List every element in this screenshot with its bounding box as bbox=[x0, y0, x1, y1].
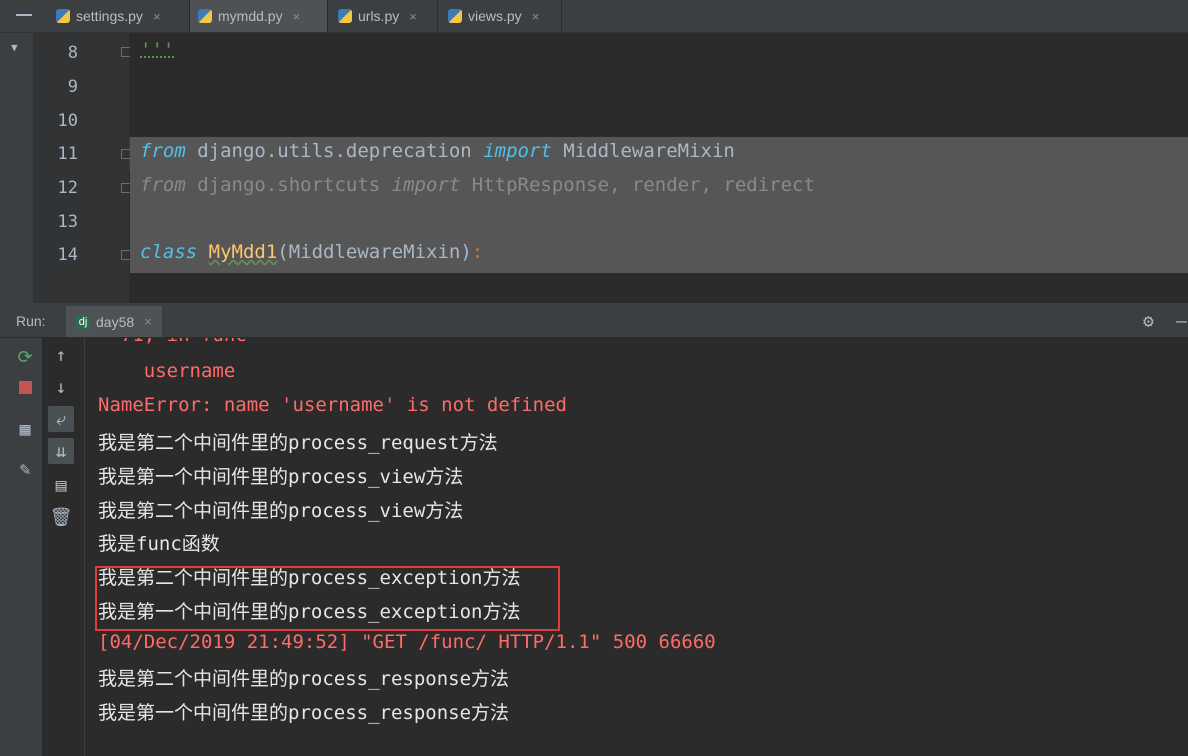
console-line: username bbox=[98, 360, 236, 382]
console-line: [04/Dec/2019 21:49:52] "GET /func/ HTTP/… bbox=[98, 631, 716, 653]
scroll-to-end-icon[interactable]: ⇊ bbox=[48, 438, 74, 464]
console-line: 我是第二个中间件里的process_request方法 bbox=[98, 432, 498, 454]
line-number: 11 bbox=[57, 144, 78, 164]
console-line: 71, in func bbox=[98, 338, 247, 346]
tab-views-py[interactable]: views.py × bbox=[440, 0, 562, 32]
line-number: 14 bbox=[57, 245, 78, 265]
editor-tab-bar: settings.py × mymdd.py × urls.py × views… bbox=[0, 0, 1188, 33]
django-icon: dj bbox=[76, 314, 90, 329]
python-file-icon bbox=[56, 9, 70, 23]
run-tab-day58[interactable]: dj day58 × bbox=[66, 306, 162, 337]
close-tab-icon[interactable]: × bbox=[293, 9, 301, 24]
console-line: 我是第二个中间件里的process_response方法 bbox=[98, 668, 510, 690]
run-label: Run: bbox=[16, 313, 46, 329]
tab-label: urls.py bbox=[358, 8, 400, 24]
scroll-down-icon[interactable]: ↓ bbox=[48, 374, 74, 400]
code-token: from bbox=[140, 140, 186, 162]
python-file-icon bbox=[198, 9, 212, 23]
stop-button[interactable] bbox=[12, 374, 38, 400]
run-console[interactable]: 71, in func username NameError: name 'use… bbox=[85, 338, 1188, 756]
trash-icon[interactable]: 🗑 bbox=[48, 504, 74, 530]
line-number: 10 bbox=[57, 111, 78, 131]
code-line: from django.utils.deprecation import Mid… bbox=[140, 140, 735, 162]
python-file-icon bbox=[338, 9, 352, 23]
console-actions-column: ↑ ↓ ⤶ ⇊ ▤ 🗑 bbox=[42, 338, 85, 756]
tab-label: settings.py bbox=[76, 8, 143, 24]
pin-icon[interactable]: ✎ bbox=[12, 456, 38, 482]
gear-icon[interactable]: ⚙ bbox=[1143, 311, 1154, 332]
code-token: HttpResponse, render, redirect bbox=[460, 174, 815, 196]
soft-wrap-icon[interactable]: ⤶ bbox=[48, 406, 74, 432]
line-number-gutter: 8 9 10 11 12 13 14 bbox=[33, 33, 131, 303]
code-line: ''' bbox=[140, 39, 174, 61]
code-token: django.shortcuts bbox=[185, 174, 392, 196]
console-line: 我是func函数 bbox=[98, 533, 220, 555]
scroll-up-icon[interactable]: ↑ bbox=[48, 342, 74, 368]
code-token: ''' bbox=[140, 39, 175, 61]
run-actions-column: ⟳ ▦ ✎ bbox=[0, 338, 42, 756]
code-token: class bbox=[140, 241, 198, 263]
code-token: django.utils.deprecation bbox=[185, 140, 484, 162]
layout-icon[interactable]: ▦ bbox=[12, 416, 38, 442]
close-tab-icon[interactable]: × bbox=[409, 9, 417, 24]
code-token: import bbox=[391, 174, 461, 196]
tab-settings-py[interactable]: settings.py × bbox=[48, 0, 190, 32]
print-icon[interactable]: ▤ bbox=[48, 472, 74, 498]
code-token: from bbox=[140, 174, 186, 196]
code-token: : bbox=[471, 241, 484, 263]
highlight-box bbox=[95, 566, 560, 631]
close-tab-icon[interactable]: × bbox=[153, 9, 161, 24]
close-tab-icon[interactable]: × bbox=[532, 9, 540, 24]
console-line: 我是第一个中间件里的process_view方法 bbox=[98, 466, 464, 488]
rerun-icon[interactable]: ⟳ bbox=[12, 344, 38, 370]
line-number: 9 bbox=[67, 77, 78, 97]
tab-label: views.py bbox=[468, 8, 522, 24]
tab-urls-py[interactable]: urls.py × bbox=[330, 0, 438, 32]
code-token: import bbox=[483, 140, 552, 162]
code-token: (MiddlewareMixin) bbox=[277, 241, 472, 263]
run-tab-label: day58 bbox=[96, 313, 135, 330]
stop-icon bbox=[18, 380, 32, 394]
tab-mymdd-py[interactable]: mymdd.py × bbox=[190, 0, 328, 32]
line-number: 8 bbox=[67, 43, 78, 63]
code-line: from django.shortcuts import HttpRespons… bbox=[140, 174, 815, 196]
console-line: 我是第一个中间件里的process_response方法 bbox=[98, 702, 510, 724]
line-number: 13 bbox=[57, 212, 78, 232]
console-line: NameError: name 'username' is not define… bbox=[98, 394, 567, 416]
code-token: MiddlewareMixin bbox=[551, 140, 735, 162]
run-toolbar: Run: dj day58 × ⚙ – bbox=[0, 306, 1188, 338]
code-line: class MyMdd1(MiddlewareMixin): bbox=[140, 241, 483, 263]
menu-icon[interactable] bbox=[16, 14, 32, 16]
hide-panel-icon[interactable]: – bbox=[1176, 311, 1187, 332]
close-run-tab-icon[interactable]: × bbox=[144, 314, 152, 329]
tab-label: mymdd.py bbox=[218, 8, 283, 24]
line-number: 12 bbox=[57, 178, 78, 198]
code-token: MyMdd1 bbox=[208, 241, 278, 263]
python-file-icon bbox=[448, 9, 462, 23]
console-line: 我是第二个中间件里的process_view方法 bbox=[98, 500, 464, 522]
collapse-arrow-icon[interactable]: ▼ bbox=[11, 41, 18, 54]
editor-left-strip: ▼ bbox=[0, 33, 33, 303]
